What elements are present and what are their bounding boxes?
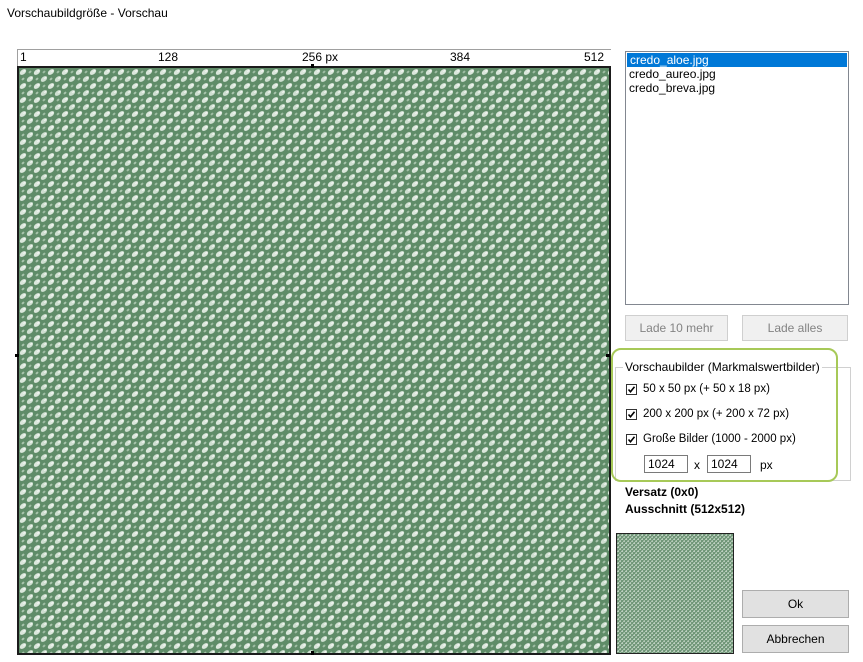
crop-label: Ausschnitt (512x512) <box>625 502 746 516</box>
option-200px-row[interactable]: 200 x 200 px (+ 200 x 72 px) <box>626 408 789 420</box>
load-more-button[interactable]: Lade 10 mehr <box>625 315 728 341</box>
option-large-checkbox[interactable] <box>626 433 637 445</box>
checkmark-icon <box>627 435 636 443</box>
preview-midmark-right <box>606 354 610 357</box>
file-list[interactable]: credo_aloe.jpg credo_aureo.jpg credo_bre… <box>625 51 849 305</box>
file-list-item[interactable]: credo_breva.jpg <box>626 81 848 95</box>
thumbnail-texture <box>617 534 733 653</box>
thumbnail-preview-image <box>616 533 734 654</box>
ruler-label-1: 1 <box>20 50 27 64</box>
offset-label: Versatz (0x0) <box>625 485 699 499</box>
option-50px-row[interactable]: 50 x 50 px (+ 50 x 18 px) <box>626 383 770 395</box>
ruler-label-128: 128 <box>158 50 179 64</box>
size-unit-label: px <box>760 458 773 472</box>
size-separator: x <box>694 458 700 472</box>
option-50px-checkbox[interactable] <box>626 383 637 395</box>
ruler-label-384: 384 <box>450 50 471 64</box>
ruler-label-256: 256 px <box>302 50 339 64</box>
option-large-label: Große Bilder (1000 - 2000 px) <box>643 433 796 445</box>
ruler-label-512: 512 <box>584 50 605 64</box>
ok-button[interactable]: Ok <box>742 590 849 618</box>
option-50px-label: 50 x 50 px (+ 50 x 18 px) <box>643 383 770 395</box>
option-200px-label: 200 x 200 px (+ 200 x 72 px) <box>643 408 790 420</box>
texture-preview-image[interactable] <box>17 66 611 655</box>
file-list-item[interactable]: credo_aloe.jpg <box>627 53 847 67</box>
preview-midmark-left <box>15 354 19 357</box>
texture-pattern <box>19 68 609 653</box>
window-title: Vorschaubildgröße - Vorschau <box>7 6 168 20</box>
checkmark-icon <box>627 410 636 418</box>
large-width-input[interactable]: 1024 <box>644 455 688 473</box>
preview-midmark-top <box>311 64 314 68</box>
option-200px-checkbox[interactable] <box>626 408 637 420</box>
checkmark-icon <box>627 385 636 393</box>
large-height-input[interactable]: 1024 <box>707 455 751 473</box>
preview-midmark-bottom <box>311 651 314 655</box>
file-list-item[interactable]: credo_aureo.jpg <box>626 67 848 81</box>
option-large-row[interactable]: Große Bilder (1000 - 2000 px) <box>626 433 796 445</box>
cancel-button[interactable]: Abbrechen <box>742 625 849 653</box>
load-all-button[interactable]: Lade alles <box>742 315 848 341</box>
pixel-ruler: 1 128 256 px 384 512 <box>17 49 611 67</box>
